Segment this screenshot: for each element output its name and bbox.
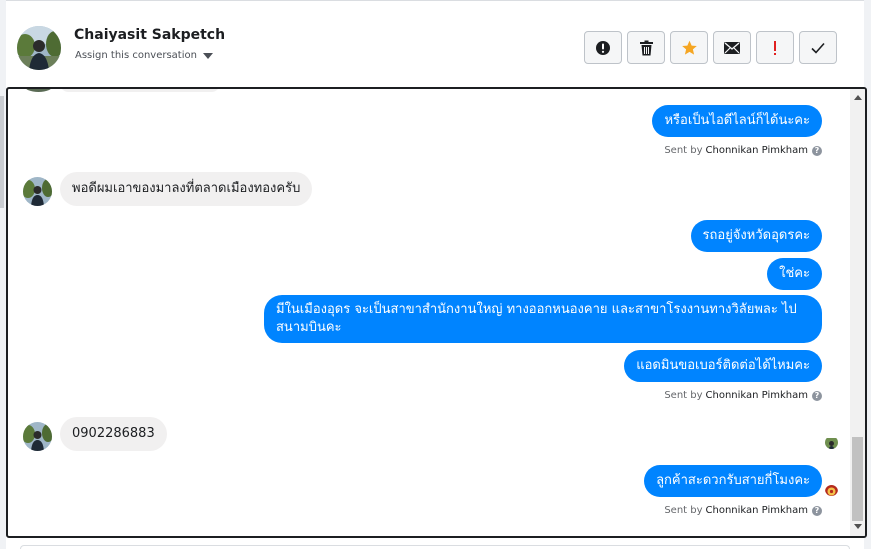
page-avatar xyxy=(825,483,838,496)
conversation-header: Chaiyasit Sakpetch Assign this conversat… xyxy=(6,0,864,88)
message-thread[interactable]: หรือเป็นไอดีไลน์ก็ได้นะคะ Sent by Chonni… xyxy=(6,87,867,538)
alert-circle-icon xyxy=(596,40,610,55)
outgoing-message[interactable]: แอดมินขอเบอร์ติดต่อได้ไหมคะ xyxy=(624,350,822,382)
mark-done-button[interactable] xyxy=(799,31,837,64)
star-icon xyxy=(681,40,697,55)
outgoing-message[interactable]: มีในเมืองอุดร จะเป็นสาขาสำนักงานใหญ่ ทาง… xyxy=(264,295,822,343)
outgoing-message[interactable]: หรือเป็นไอดีไลน์ก็ได้นะคะ xyxy=(652,105,822,137)
outgoing-message[interactable]: รถอยู่จังหวัดอุดรคะ xyxy=(690,220,822,252)
contact-avatar-small[interactable] xyxy=(23,422,52,451)
assign-label: Assign this conversation xyxy=(75,50,197,61)
inbox-conversation-view: Chaiyasit Sakpetch Assign this conversat… xyxy=(0,0,871,549)
check-icon xyxy=(811,42,825,54)
sender-name[interactable]: Chonnikan Pimkham xyxy=(706,505,808,516)
incoming-message[interactable]: พอดีผมเอาของมาลงที่ตลาดเมืองทองครับ xyxy=(60,172,313,206)
left-panel-scrollbar[interactable] xyxy=(0,96,4,208)
message-bubble-partial xyxy=(60,89,220,92)
sent-by-label: Sent by Chonnikan Pimkham ? xyxy=(664,145,822,156)
incoming-message[interactable]: 0902286883 xyxy=(60,417,167,451)
message-composer[interactable] xyxy=(20,545,850,549)
trash-icon xyxy=(639,40,653,55)
help-icon[interactable]: ? xyxy=(812,145,822,156)
help-icon[interactable]: ? xyxy=(812,390,822,401)
star-button[interactable] xyxy=(670,31,708,64)
outgoing-message[interactable]: ใช่คะ xyxy=(767,258,822,290)
contact-avatar[interactable] xyxy=(17,26,61,70)
conversation-actions xyxy=(584,31,837,64)
mark-unread-button[interactable] xyxy=(713,31,751,64)
contact-avatar-small[interactable] xyxy=(23,177,52,206)
mark-spam-button[interactable] xyxy=(584,31,622,64)
sent-by-label: Sent by Chonnikan Pimkham ? xyxy=(664,390,822,401)
follow-up-button[interactable] xyxy=(756,31,794,64)
caret-down-icon xyxy=(202,52,213,59)
envelope-icon xyxy=(724,41,740,54)
contact-name[interactable]: Chaiyasit Sakpetch xyxy=(74,27,225,43)
delete-button[interactable] xyxy=(627,31,665,64)
sender-name[interactable]: Chonnikan Pimkham xyxy=(706,390,808,401)
exclamation-icon xyxy=(774,40,776,55)
help-icon[interactable]: ? xyxy=(812,505,822,516)
sender-avatar-partial xyxy=(24,89,53,92)
outgoing-message[interactable]: ลูกค้าสะดวกรับสายกี่โมงคะ xyxy=(644,465,822,497)
scroll-up-arrow-icon[interactable] xyxy=(854,95,862,100)
sent-by-label: Sent by Chonnikan Pimkham ? xyxy=(664,505,822,516)
sender-name[interactable]: Chonnikan Pimkham xyxy=(706,145,808,156)
thread-scrollbar[interactable] xyxy=(850,89,865,536)
assign-conversation-dropdown[interactable]: Assign this conversation xyxy=(75,50,213,61)
scrollbar-thumb[interactable] xyxy=(852,437,863,521)
read-receipt-avatar xyxy=(825,436,838,449)
scroll-down-arrow-icon[interactable] xyxy=(854,524,862,529)
